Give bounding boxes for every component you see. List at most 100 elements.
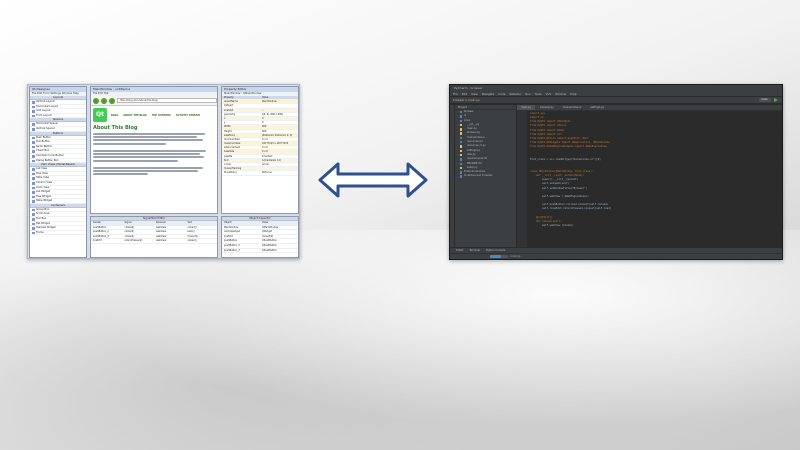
signal-slot-editor-panel: Signal/Slot Editor Sender Signal Receiver… — [90, 216, 218, 258]
signal-slot-cell: returnPressed() — [124, 239, 143, 243]
signal-slot-rows: pushButton clicked() webView reload() pushBu… — [91, 226, 217, 244]
property-rows: objectName MainWindow QObject enabled ✓ geome… — [222, 100, 298, 176]
breadcrumb[interactable]: browser > main.py — [453, 98, 480, 102]
signal-slot-cell: clicked() — [124, 234, 135, 238]
menu-item-code[interactable]: Code — [498, 91, 505, 96]
object-cell: lineEdit — [224, 234, 233, 238]
signal-slot-row[interactable]: lineEdit returnPressed() webView reload() — [91, 239, 217, 244]
property-name: minimumSize — [224, 137, 240, 141]
project-file[interactable]: Scratches and Consoles — [455, 174, 516, 179]
property-name: Width — [224, 125, 231, 129]
object-cell: QPushButton — [262, 239, 277, 243]
property-name: baseSize — [224, 150, 235, 154]
object-cell: QLineEdit — [262, 234, 274, 238]
property-row[interactable]: focusPolicy NoFocus — [222, 171, 298, 176]
menu-tab[interactable]: Tab — [104, 92, 108, 95]
object-inspector-panel: Object Inspector Object Class MainWindow Q… — [221, 216, 299, 258]
menu-item-view[interactable]: View — [471, 91, 478, 96]
signal-slot-cell: back() — [187, 230, 195, 234]
blog-heading: About This Blog — [93, 125, 138, 131]
object-row[interactable]: pushButton_3 QPushButton — [222, 249, 298, 254]
property-value[interactable]: A [Cantarell, 11] — [260, 159, 298, 162]
run-icon[interactable] — [774, 98, 778, 102]
menu-item-help[interactable]: Help — [570, 91, 576, 96]
widget-item[interactable]: Table Widget — [30, 199, 86, 204]
editor-tab[interactable]: settings.py — [586, 105, 608, 110]
widget-item[interactable]: Vertical Spacer — [30, 127, 86, 132]
object-cell: QPushButton — [262, 243, 277, 247]
editor-tab[interactable]: browser.py — [536, 105, 558, 110]
blog-nav-item[interactable]: BLOG — [111, 114, 118, 117]
object-cell: MainWindow — [224, 225, 239, 229]
menu-edit[interactable]: Edit — [98, 92, 103, 95]
property-name: sizePolicy — [224, 133, 236, 137]
blog-nav-item[interactable]: ABOUT THE BLOG — [123, 114, 146, 117]
back-icon[interactable] — [93, 97, 99, 104]
blog-nav-item[interactable]: ACTIVITY STREAM — [176, 114, 200, 117]
property-value[interactable]: 0 x 0 — [260, 138, 298, 141]
run-config-select[interactable]: main — [758, 98, 771, 102]
signal-slot-cell: reload() — [187, 239, 197, 243]
signal-slot-cell: lineEdit — [93, 239, 102, 243]
qt-logo: Qt — [93, 108, 107, 122]
property-name: objectName — [224, 100, 238, 104]
object-cell: centralwidget — [224, 230, 240, 234]
property-value[interactable]: 600 — [260, 130, 298, 133]
property-value[interactable]: 0 — [260, 121, 298, 124]
widget-item[interactable]: Frame — [30, 231, 86, 236]
menu-item-window[interactable]: Window — [555, 91, 566, 96]
property-value[interactable]: 0 — [260, 117, 298, 120]
reload-icon[interactable] — [109, 97, 115, 104]
editor-tab[interactable]: mainwindow.ui — [559, 105, 586, 110]
editor-tabs: main.py browser.py mainwindow.ui settings.p… — [517, 105, 782, 111]
property-name: geometry — [224, 112, 236, 116]
widget-item[interactable]: Form Layout — [30, 114, 86, 119]
signal-slot-cell: reload() — [187, 225, 197, 229]
signal-slot-cell: webView — [156, 239, 167, 243]
widget-item[interactable]: Dialog Button Box — [30, 159, 86, 164]
property-name: y — [224, 121, 226, 125]
property-value[interactable]: [(0, 0), 800 x 600] — [260, 113, 298, 116]
line-gutter — [517, 111, 527, 247]
property-value[interactable] — [260, 104, 298, 107]
object-cell: pushButton — [224, 239, 238, 243]
property-editor-panel: Property Editor MainWindow : QMainWindow… — [221, 86, 299, 214]
property-value[interactable]: Inherited — [260, 155, 298, 158]
property-name: font — [224, 158, 229, 162]
menu-item-vcs[interactable]: VCS — [545, 91, 551, 96]
signal-slot-cell: forward() — [187, 234, 199, 238]
menu-item-file[interactable]: File — [453, 91, 458, 96]
property-name: sizeIncrement — [224, 146, 241, 150]
property-name: QObject — [224, 104, 234, 108]
property-value[interactable]: NoFocus — [260, 171, 298, 174]
property-value[interactable]: 800 — [260, 125, 298, 128]
property-value[interactable]: 16777215 x 16777215 — [260, 142, 298, 145]
background-wave — [0, 230, 800, 450]
pycharm-screenshot: PyCharm - browser File Edit View Navigate Co… — [449, 84, 783, 260]
signal-slot-cell: clicked() — [124, 225, 135, 229]
menu-item-tools[interactable]: Tools — [535, 91, 542, 96]
editor-tab[interactable]: main.py — [517, 105, 536, 110]
property-value[interactable]: [Preferred, Preferred, 0, 0] — [260, 134, 298, 137]
menu-item-refactor[interactable]: Refactor — [509, 91, 521, 96]
widget-list: Layouts Vertical Layout Horizontal Layout G… — [30, 96, 86, 236]
object-cell: QPushButton — [262, 248, 277, 252]
property-value[interactable]: 0 x 0 — [260, 146, 298, 149]
code-area[interactable]: import sys import os from PyQt5 import QtW… — [530, 112, 782, 247]
object-cell: pushButton_2 — [224, 243, 240, 247]
double-arrow-icon — [318, 162, 428, 198]
menu-file[interactable]: File — [93, 92, 97, 95]
property-value[interactable]: ✓ — [260, 109, 298, 112]
property-value[interactable]: Arrow — [260, 163, 298, 166]
property-value[interactable]: MainWindow — [260, 100, 298, 103]
menu-item-run[interactable]: Run — [525, 91, 530, 96]
menu-item-navigate[interactable]: Navigate — [482, 91, 495, 96]
property-value[interactable]: 0 x 0 — [260, 150, 298, 153]
blog-nav-item[interactable]: THE AUTHORS — [152, 114, 171, 117]
menu-item-edit[interactable]: Edit — [462, 91, 467, 96]
code-editor[interactable]: main.py browser.py mainwindow.ui settings.p… — [517, 105, 782, 247]
object-inspector-rows: MainWindow QMainWindow centralwidget QWidge… — [222, 226, 298, 254]
forward-icon[interactable] — [101, 97, 107, 104]
url-input[interactable]: http://blog.qt.io/about-the-blog/ — [117, 98, 217, 103]
property-value[interactable] — [260, 167, 298, 170]
